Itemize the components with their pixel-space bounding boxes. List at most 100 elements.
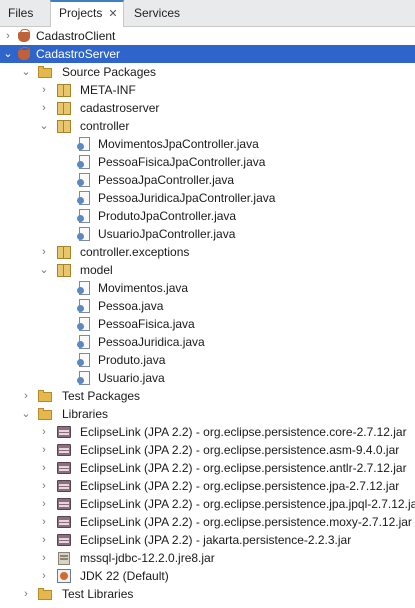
tree-node-jdk[interactable]: › JDK 22 (Default) — [0, 567, 415, 585]
chevron-right-icon[interactable]: › — [38, 549, 50, 567]
chevron-right-icon[interactable]: › — [38, 567, 50, 585]
tab-projects[interactable]: Projects ✕ — [50, 0, 124, 27]
tree-node-controller-exceptions[interactable]: › controller.exceptions — [0, 243, 415, 261]
java-file-icon — [76, 190, 92, 206]
tree-node-library-jar[interactable]: › EclipseLink (JPA 2.2) - org.eclipse.pe… — [0, 513, 415, 531]
tab-projects-label: Projects — [59, 6, 103, 20]
tree-node-test-libraries[interactable]: › Test Libraries — [0, 585, 415, 603]
java-file-icon — [76, 298, 92, 314]
tree-node-java-file[interactable]: Usuario.java — [0, 369, 415, 387]
tree-node-library-jar[interactable]: › EclipseLink (JPA 2.2) - org.eclipse.pe… — [0, 441, 415, 459]
chevron-right-icon[interactable]: › — [38, 441, 50, 459]
tree-node-model[interactable]: ⌄ model — [0, 261, 415, 279]
tree-node-java-file[interactable]: PessoaFisicaJpaController.java — [0, 153, 415, 171]
java-file-icon — [76, 208, 92, 224]
library-folder-icon — [37, 406, 53, 422]
chevron-down-icon[interactable]: ⌄ — [38, 261, 50, 279]
tree-node-java-file[interactable]: MovimentosJpaController.java — [0, 135, 415, 153]
tree-node-label: Pessoa.java — [98, 299, 164, 313]
tree-node-label: Libraries — [62, 407, 109, 421]
library-icon — [56, 514, 72, 530]
chevron-right-icon[interactable]: › — [38, 81, 50, 99]
java-file-icon — [76, 352, 92, 368]
chevron-right-icon[interactable]: › — [2, 27, 14, 45]
chevron-right-icon[interactable]: › — [38, 99, 50, 117]
chevron-down-icon[interactable]: ⌄ — [2, 45, 14, 63]
tree-node-library-jar[interactable]: › EclipseLink (JPA 2.2) - org.eclipse.pe… — [0, 423, 415, 441]
tree-node-label: ProdutoJpaController.java — [98, 209, 237, 223]
tree-node-label: Test Libraries — [62, 587, 134, 601]
tree-node-label: EclipseLink (JPA 2.2) - org.eclipse.pers… — [80, 479, 400, 493]
tree-node-jar[interactable]: › mssql-jdbc-12.2.0.jre8.jar — [0, 549, 415, 567]
tree-node-label: EclipseLink (JPA 2.2) - org.eclipse.pers… — [80, 461, 407, 475]
chevron-right-icon[interactable]: › — [38, 243, 50, 261]
close-icon[interactable]: ✕ — [108, 8, 117, 20]
jdk-icon — [56, 568, 72, 584]
tree-node-java-file[interactable]: Movimentos.java — [0, 279, 415, 297]
tree-node-source-packages[interactable]: ⌄ Source Packages — [0, 63, 415, 81]
tree-node-java-file[interactable]: PessoaJuridica.java — [0, 333, 415, 351]
tab-services[interactable]: Services — [126, 0, 192, 26]
tree-node-java-file[interactable]: Pessoa.java — [0, 297, 415, 315]
tree-node-library-jar[interactable]: › EclipseLink (JPA 2.2) - org.eclipse.pe… — [0, 459, 415, 477]
tree-node-label: cadastroserver — [80, 101, 160, 115]
tree-node-label: UsuarioJpaController.java — [98, 227, 236, 241]
chevron-down-icon[interactable]: ⌄ — [20, 405, 32, 423]
java-file-icon — [76, 136, 92, 152]
tree-node-label: mssql-jdbc-12.2.0.jre8.jar — [80, 551, 215, 565]
tree-node-label: CadastroClient — [36, 29, 116, 43]
tree-node-meta-inf[interactable]: › META-INF — [0, 81, 415, 99]
tree-node-java-file[interactable]: PessoaFisica.java — [0, 315, 415, 333]
tree-node-java-file[interactable]: UsuarioJpaController.java — [0, 225, 415, 243]
chevron-right-icon[interactable]: › — [38, 513, 50, 531]
tree-node-label: controller — [80, 119, 130, 133]
tree-node-controller[interactable]: ⌄ controller — [0, 117, 415, 135]
tree-node-label: PessoaFisicaJpaController.java — [98, 155, 266, 169]
package-icon — [56, 262, 72, 278]
chevron-right-icon[interactable]: › — [38, 495, 50, 513]
tab-bar: Files Projects ✕ Services — [0, 0, 415, 27]
chevron-right-icon[interactable]: › — [20, 387, 32, 405]
tree-node-library-jar[interactable]: › EclipseLink (JPA 2.2) - org.eclipse.pe… — [0, 495, 415, 513]
library-icon — [56, 478, 72, 494]
chevron-right-icon[interactable]: › — [38, 531, 50, 549]
java-file-icon — [76, 370, 92, 386]
tree-node-label: PessoaFisica.java — [98, 317, 195, 331]
tree-node-library-jar[interactable]: › EclipseLink (JPA 2.2) - org.eclipse.pe… — [0, 477, 415, 495]
chevron-right-icon[interactable]: › — [38, 423, 50, 441]
chevron-down-icon[interactable]: ⌄ — [20, 63, 32, 81]
tree-node-java-file[interactable]: PessoaJuridicaJpaController.java — [0, 189, 415, 207]
library-icon — [56, 496, 72, 512]
jar-icon — [56, 550, 72, 566]
tree-node-label: Movimentos.java — [98, 281, 189, 295]
tree-node-label: Source Packages — [62, 65, 157, 79]
chevron-down-icon[interactable]: ⌄ — [38, 117, 50, 135]
tree-node-label: EclipseLink (JPA 2.2) - jakarta.persiste… — [80, 533, 352, 547]
tree-node-label: JDK 22 (Default) — [80, 569, 169, 583]
tree-node-java-file[interactable]: ProdutoJpaController.java — [0, 207, 415, 225]
tree-node-label: EclipseLink (JPA 2.2) - org.eclipse.pers… — [80, 443, 400, 457]
java-file-icon — [76, 280, 92, 296]
chevron-right-icon[interactable]: › — [38, 477, 50, 495]
java-file-icon — [76, 316, 92, 332]
tree-node-cadastroserver-package[interactable]: › cadastroserver — [0, 99, 415, 117]
tree-node-label: META-INF — [80, 83, 136, 97]
library-icon — [56, 442, 72, 458]
package-icon — [56, 244, 72, 260]
chevron-right-icon[interactable]: › — [38, 459, 50, 477]
java-file-icon — [76, 154, 92, 170]
java-file-icon — [76, 334, 92, 350]
package-icon — [56, 100, 72, 116]
tree-node-cadastroclient[interactable]: › CadastroClient — [0, 27, 415, 45]
tree-node-java-file[interactable]: PessoaJpaController.java — [0, 171, 415, 189]
tree-node-test-packages[interactable]: › Test Packages — [0, 387, 415, 405]
tab-services-label: Services — [134, 6, 181, 20]
tree-node-java-file[interactable]: Produto.java — [0, 351, 415, 369]
tree-node-label: PessoaJuridica.java — [98, 335, 205, 349]
tree-node-libraries[interactable]: ⌄ Libraries — [0, 405, 415, 423]
library-folder-icon — [37, 586, 53, 602]
chevron-right-icon[interactable]: › — [20, 585, 32, 603]
tab-files[interactable]: Files — [0, 0, 50, 26]
tree-node-library-jar[interactable]: › EclipseLink (JPA 2.2) - jakarta.persis… — [0, 531, 415, 549]
tree-node-cadastroserver[interactable]: ⌄ CadastroServer — [0, 45, 415, 63]
